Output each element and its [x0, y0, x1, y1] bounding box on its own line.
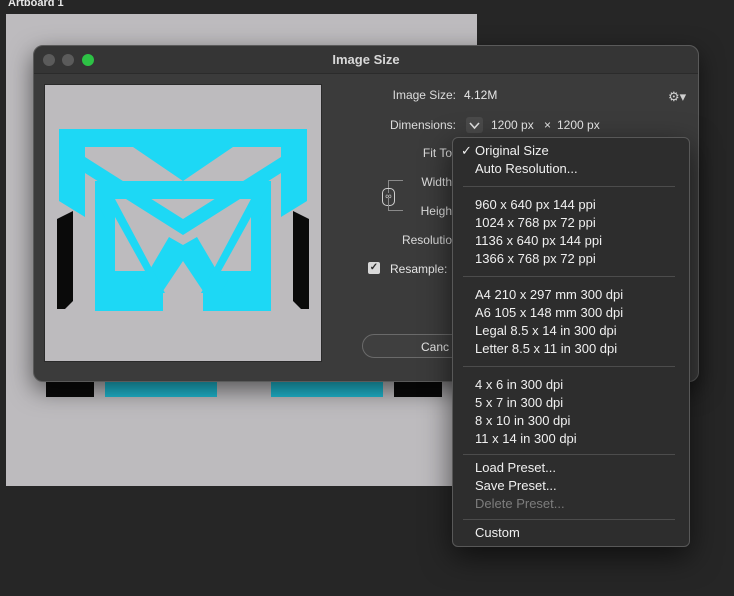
image-size-value: 4.12M [464, 88, 498, 102]
menu-separator [463, 519, 675, 520]
chevron-down-icon [469, 122, 480, 130]
resample-label: Resample: [390, 262, 448, 276]
menu-item-load-preset[interactable]: Load Preset... [475, 460, 556, 475]
dimensions-times: × [544, 118, 552, 132]
logo-shadow-right [293, 211, 309, 309]
menu-item-1136x640[interactable]: 1136 x 640 px 144 ppi [475, 233, 602, 248]
artboard-logo-bar-right [271, 381, 383, 397]
width-label: Width [421, 175, 452, 189]
artboard-logo-shadow-left [46, 381, 94, 397]
dimensions-unit-dropdown[interactable] [466, 117, 483, 133]
menu-separator [463, 186, 675, 187]
logo-preview [57, 129, 309, 311]
gear-icon[interactable]: ⚙▾ [668, 89, 686, 105]
menu-item-delete-preset: Delete Preset... [475, 496, 565, 511]
image-preview[interactable] [44, 84, 322, 362]
height-label: Heigh [420, 204, 452, 218]
resolution-label: Resolutio [401, 233, 452, 247]
link-bracket-bottom [388, 198, 403, 211]
menu-item-4x6[interactable]: 4 x 6 in 300 dpi [475, 377, 563, 392]
menu-item-1366x768[interactable]: 1366 x 768 px 72 ppi [475, 251, 596, 266]
fit-to-label: Fit To [422, 146, 452, 160]
menu-item-a4[interactable]: A4 210 x 297 mm 300 dpi [475, 287, 623, 302]
dimensions-width-value: 1200 px [491, 118, 534, 132]
menu-separator [463, 454, 675, 455]
image-size-label: Image Size: [392, 88, 456, 102]
resample-checkbox[interactable]: ✓ [368, 262, 380, 274]
menu-item-original-size[interactable]: Original Size [475, 143, 549, 158]
menu-item-letter[interactable]: Letter 8.5 x 11 in 300 dpi [475, 341, 617, 356]
artboard-logo-shadow-right [394, 381, 442, 397]
menu-item-a6[interactable]: A6 105 x 148 mm 300 dpi [475, 305, 623, 320]
menu-item-960x640[interactable]: 960 x 640 px 144 ppi [475, 197, 596, 212]
menu-item-1024x768[interactable]: 1024 x 768 px 72 ppi [475, 215, 596, 230]
menu-item-auto-resolution[interactable]: Auto Resolution... [475, 161, 578, 176]
checkmark-icon: ✓ [461, 143, 472, 158]
artboard-logo-bar-left [105, 381, 217, 397]
menu-item-8x10[interactable]: 8 x 10 in 300 dpi [475, 413, 570, 428]
dimensions-label: Dimensions: [389, 118, 456, 132]
artboard-label: Artboard 1 [8, 0, 64, 9]
menu-item-legal[interactable]: Legal 8.5 x 14 in 300 dpi [475, 323, 617, 338]
dialog-title: Image Size [332, 52, 400, 67]
menu-item-11x14[interactable]: 11 x 14 in 300 dpi [475, 431, 577, 446]
fit-to-menu: ✓ Original Size Auto Resolution... 960 x… [452, 137, 690, 547]
menu-item-5x7[interactable]: 5 x 7 in 300 dpi [475, 395, 563, 410]
logo-shadow-left [57, 211, 73, 309]
menu-item-save-preset[interactable]: Save Preset... [475, 478, 557, 493]
dialog-titlebar: Image Size [34, 46, 698, 74]
menu-separator [463, 276, 675, 277]
menu-item-custom[interactable]: Custom [475, 525, 520, 540]
menu-separator [463, 366, 675, 367]
dimensions-height-value: 1200 px [557, 118, 600, 132]
